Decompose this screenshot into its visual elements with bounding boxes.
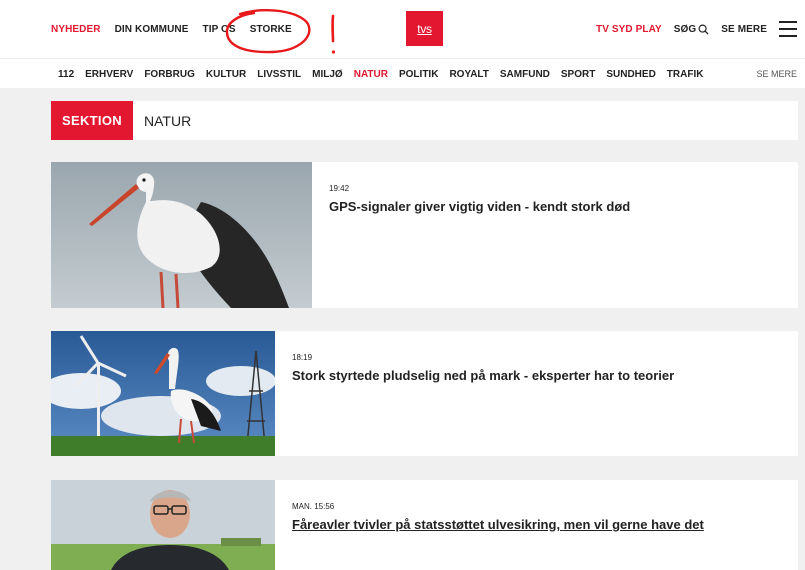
category-sundhed[interactable]: SUNDHED [606, 69, 655, 80]
category-bar: 112 ERHVERV FORBRUG KULTUR LIVSSTIL MILJ… [0, 58, 805, 88]
category-politik[interactable]: POLITIK [399, 69, 438, 80]
top-header: NYHEDER DIN KOMMUNE TIP OS STORKE tvs TV… [0, 0, 805, 58]
primary-nav: NYHEDER DIN KOMMUNE TIP OS STORKE [51, 0, 306, 58]
category-forbrug[interactable]: FORBRUG [144, 69, 195, 80]
section-tag: SEKTION [51, 101, 133, 140]
search-label: SØG [673, 23, 697, 35]
category-royalt[interactable]: ROYALT [449, 69, 488, 80]
article-image-stork-windmill[interactable] [51, 331, 275, 456]
article-headline[interactable]: Stork styrtede pludselig ned på mark - e… [292, 368, 674, 384]
article-time: 18:19 [292, 353, 313, 362]
article-time: MAN. 15:56 [292, 502, 335, 511]
search-button[interactable]: SØG [674, 24, 710, 35]
category-natur[interactable]: NATUR [354, 69, 388, 80]
category-miljo[interactable]: MILJØ [312, 69, 343, 80]
hamburger-menu-icon[interactable] [779, 21, 797, 37]
article-image-sheep-farmer[interactable] [51, 480, 275, 570]
search-icon [698, 24, 709, 35]
nav-tip-os[interactable]: TIP OS [202, 24, 235, 35]
category-erhverv[interactable]: ERHVERV [85, 69, 133, 80]
category-sport[interactable]: SPORT [561, 69, 595, 80]
article-card[interactable]: MAN. 15:56 Fåreavler tvivler på statsstø… [51, 480, 798, 570]
category-trafik[interactable]: TRAFIK [667, 69, 704, 80]
article-text: 18:19 Stork styrtede pludselig ned på ma… [275, 331, 674, 456]
category-112[interactable]: 112 [58, 69, 74, 80]
utility-nav: TV SYD PLAY SØG SE MERE [584, 0, 805, 58]
article-card[interactable]: 18:19 Stork styrtede pludselig ned på ma… [51, 331, 798, 456]
nav-din-kommune[interactable]: DIN KOMMUNE [115, 24, 189, 35]
nav-nyheder[interactable]: NYHEDER [51, 24, 101, 35]
category-livsstil[interactable]: LIVSSTIL [257, 69, 301, 80]
se-mere-link[interactable]: SE MERE [721, 24, 767, 35]
article-text: MAN. 15:56 Fåreavler tvivler på statsstø… [275, 480, 704, 570]
category-se-mere-link[interactable]: SE MERE [756, 59, 797, 89]
article-text: 19:42 GPS-signaler giver vigtig viden - … [312, 162, 630, 308]
section-title: NATUR [144, 112, 192, 129]
section-header: SEKTION NATUR [51, 101, 798, 140]
category-nav: 112 ERHVERV FORBRUG KULTUR LIVSSTIL MILJ… [58, 59, 714, 89]
nav-storke[interactable]: STORKE [250, 24, 292, 35]
article-card[interactable]: 19:42 GPS-signaler giver vigtig viden - … [51, 162, 798, 308]
article-headline[interactable]: GPS-signaler giver vigtig viden - kendt … [329, 199, 630, 215]
tvsyd-logo[interactable]: tvs [406, 11, 443, 46]
article-image-stork[interactable] [51, 162, 312, 308]
article-time: 19:42 [329, 184, 350, 193]
tv-syd-play-link[interactable]: TV SYD PLAY [596, 24, 662, 35]
article-headline[interactable]: Fåreavler tvivler på statsstøttet ulvesi… [292, 517, 704, 533]
category-samfund[interactable]: SAMFUND [500, 69, 550, 80]
category-kultur[interactable]: KULTUR [206, 69, 246, 80]
